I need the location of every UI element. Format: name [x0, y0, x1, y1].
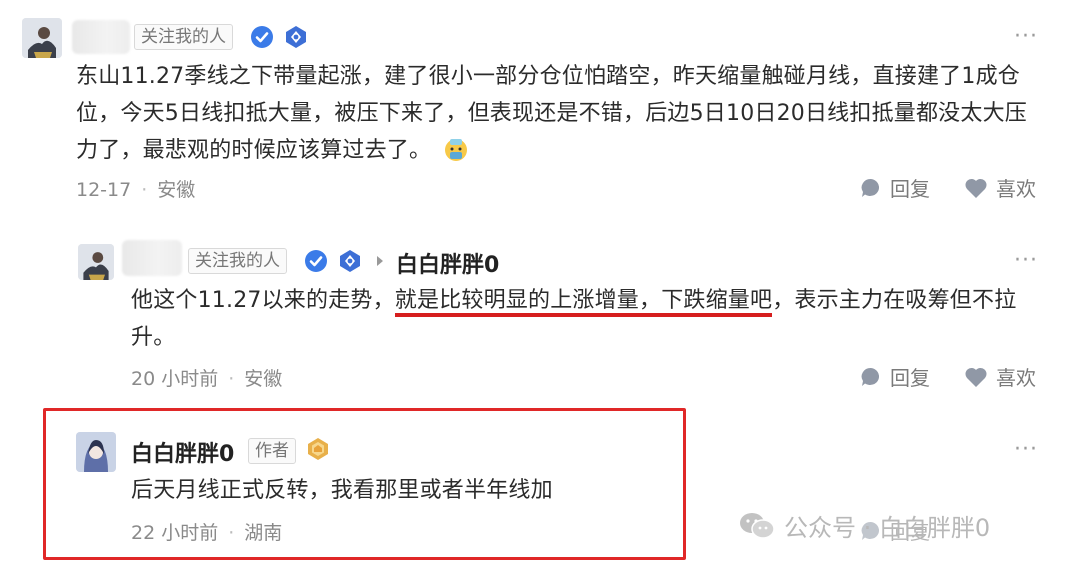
avatar[interactable] — [78, 244, 114, 280]
more-icon[interactable]: ··· — [1014, 24, 1038, 49]
comment-location: 安徽 — [244, 368, 283, 390]
comment-meta: 12-17 · 安徽 — [76, 179, 196, 201]
reply-label: 回复 — [890, 177, 930, 201]
like-label: 喜欢 — [996, 177, 1036, 201]
comment-text-content: 东山11.27季线之下带量起涨，建了很小一部分仓位怕踏空，昨天缩量触碰月线，直接… — [76, 64, 1027, 163]
comment-text: 他这个11.27以来的走势，就是比较明显的上涨增量，下跌缩量吧，表示主力在吸筹但… — [131, 282, 1043, 356]
comment-meta: 20 小时前 · 安徽 — [131, 368, 283, 390]
comment-meta: 22 小时前 · 湖南 — [131, 522, 283, 544]
reply-label: 回复 — [890, 366, 930, 390]
comment-location: 湖南 — [244, 522, 283, 544]
watermark: 公众号 · 白白胖胖0 — [738, 508, 990, 543]
author-badge-icon — [306, 437, 330, 461]
comment-text: 东山11.27季线之下带量起涨，建了很小一部分仓位怕踏空，昨天缩量触碰月线，直接… — [76, 58, 1044, 175]
comment-date: 22 小时前 — [131, 522, 219, 544]
comment-date: 12-17 — [76, 179, 132, 201]
comment-date: 20 小时前 — [131, 368, 219, 390]
highlighted-text: 就是比较明显的上涨增量，下跌缩量吧 — [394, 288, 773, 317]
wechat-icon — [740, 512, 775, 539]
username-blurred[interactable] — [72, 20, 130, 54]
emoji-icon — [442, 135, 470, 175]
username-blurred[interactable] — [122, 240, 182, 276]
reply-arrow-icon — [374, 253, 386, 273]
level-badge-icon — [338, 249, 362, 273]
avatar[interactable] — [22, 18, 62, 58]
like-button[interactable]: 喜欢 — [964, 173, 1036, 202]
heart-icon — [965, 178, 987, 198]
follow-tag: 关注我的人 — [134, 24, 233, 50]
follow-tag: 关注我的人 — [188, 248, 287, 274]
more-icon[interactable]: ··· — [1014, 437, 1038, 462]
comment-location: 安徽 — [157, 179, 196, 201]
comment-bubble-icon — [861, 178, 880, 197]
comment-text-part1: 他这个11.27以来的走势， — [131, 288, 395, 313]
author-tag: 作者 — [248, 438, 296, 464]
comment-text: 后天月线正式反转，我看那里或者半年线加 — [131, 478, 553, 503]
level-badge-icon — [284, 25, 308, 49]
author-name[interactable]: 白白胖胖0 — [131, 436, 234, 468]
reply-button[interactable]: 回复 — [860, 173, 930, 202]
reply-button[interactable]: 回复 — [860, 362, 930, 391]
verified-icon — [250, 25, 274, 49]
like-label: 喜欢 — [996, 366, 1036, 390]
heart-icon — [965, 367, 987, 387]
watermark-text: 公众号 · 白白胖胖0 — [784, 514, 991, 542]
verified-icon — [304, 249, 328, 273]
comment-bubble-icon — [861, 367, 880, 386]
more-icon[interactable]: ··· — [1014, 248, 1038, 273]
avatar[interactable] — [76, 432, 116, 472]
like-button[interactable]: 喜欢 — [964, 362, 1036, 391]
reply-to-name[interactable]: 白白胖胖0 — [396, 247, 499, 279]
